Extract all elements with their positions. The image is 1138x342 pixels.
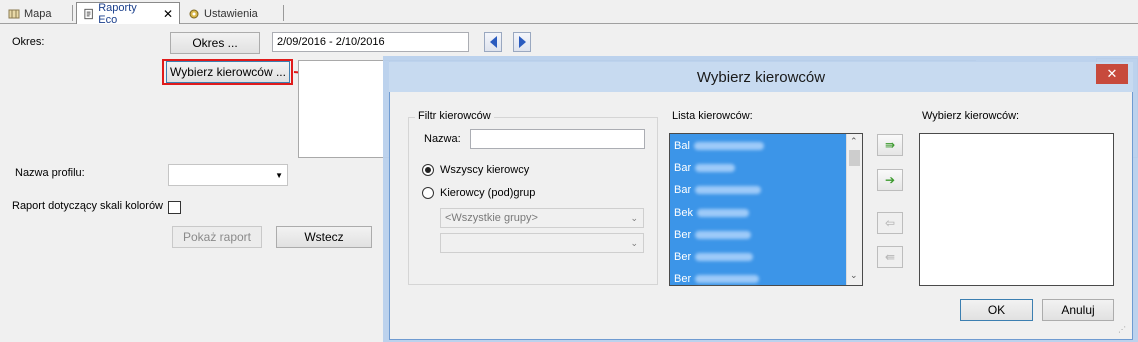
cancel-button[interactable]: Anuluj [1042, 299, 1114, 321]
redacted-text [695, 164, 736, 172]
driver-name: Ber [674, 251, 692, 263]
driver-list[interactable]: Bal Bar Bar Bek Ber Ber Ber ⌃ ⌄ [669, 133, 863, 286]
name-filter-input[interactable] [470, 129, 645, 149]
redacted-text [693, 142, 764, 150]
tab-divider [283, 5, 284, 21]
tab-raporty-eco[interactable]: Raporty Eco ✕ [76, 1, 180, 26]
scroll-down-icon[interactable]: ⌄ [850, 270, 858, 281]
all-drivers-label: Wszyscy kierowcy [440, 164, 530, 176]
driver-name: Ber [674, 273, 692, 285]
list-item[interactable]: Ber [674, 247, 754, 267]
list-item[interactable]: Ber [674, 269, 760, 289]
driver-list-label: Lista kierowców: [672, 110, 753, 122]
driver-name: Bar [674, 162, 692, 174]
show-report-button[interactable]: Pokaż raport [172, 226, 262, 248]
group-select[interactable]: <Wszystkie grupy> ⌄ [440, 208, 644, 228]
list-item[interactable]: Bar [674, 158, 736, 178]
choose-drivers-button[interactable]: Wybierz kierowców ... [166, 61, 290, 83]
arrow-right-icon: ➔ [884, 173, 896, 187]
scroll-up-icon[interactable]: ⌃ [850, 136, 858, 147]
arrow-right-icon [518, 36, 526, 48]
map-icon [8, 9, 20, 18]
chevron-down-icon: ⌄ [630, 212, 638, 223]
dialog-close-button[interactable]: ✕ [1096, 64, 1128, 84]
redacted-text [695, 275, 760, 283]
group-select-value: <Wszystkie grupy> [445, 212, 538, 224]
tab-ustawienia-label: Ustawienia [204, 7, 258, 20]
driver-name: Bar [674, 184, 692, 196]
redacted-text [695, 253, 754, 261]
next-period-button[interactable] [513, 32, 531, 52]
scroll-thumb[interactable] [849, 150, 860, 166]
date-range-field[interactable]: 2/09/2016 - 2/10/2016 [272, 32, 469, 52]
chevron-down-icon: ⌄ [630, 237, 638, 248]
color-scale-label: Raport dotyczący skali kolorów [12, 200, 164, 212]
gear-icon [189, 9, 199, 18]
filter-group-label: Filtr kierowców [415, 110, 494, 122]
all-drivers-radio[interactable] [422, 164, 434, 176]
radio-selected-dot [425, 167, 431, 173]
driver-name: Bek [674, 207, 693, 219]
profile-label: Nazwa profilu: [15, 167, 85, 179]
list-item[interactable]: Bal [674, 136, 764, 156]
tab-raporty-eco-label: Raporty Eco [98, 1, 137, 26]
previous-period-button[interactable] [484, 32, 502, 52]
driver-name: Bal [674, 140, 690, 152]
dialog-title-bar: Wybierz kierowców [389, 62, 1133, 92]
redacted-text [695, 231, 752, 239]
report-icon [84, 8, 93, 19]
dialog-title: Wybierz kierowców [696, 68, 826, 86]
okres-button[interactable]: Okres ... [170, 32, 260, 54]
tab-mapa[interactable]: Mapa [2, 3, 58, 24]
add-all-button[interactable]: ⇛ [877, 134, 903, 156]
subgroup-select[interactable]: ⌄ [440, 233, 644, 253]
profile-select[interactable]: ▼ [168, 164, 288, 186]
color-scale-checkbox[interactable] [168, 201, 181, 214]
double-arrow-right-icon: ⇛ [884, 138, 896, 152]
selected-drivers-label: Wybierz kierowców: [922, 110, 1020, 122]
remove-all-button[interactable]: ⇚ [877, 246, 903, 268]
list-item[interactable]: Bar [674, 180, 762, 200]
tab-ustawienia[interactable]: Ustawienia [182, 3, 264, 24]
back-button[interactable]: Wstecz [276, 226, 372, 248]
selected-drivers-preview [298, 60, 390, 158]
okres-label: Okres: [12, 36, 45, 48]
subgroup-drivers-label: Kierowcy (pod)grup [440, 187, 536, 199]
name-filter-label: Nazwa: [424, 133, 461, 145]
arrow-left-icon: ⇦ [884, 216, 896, 230]
remove-selected-button[interactable]: ⇦ [877, 212, 903, 234]
list-item[interactable]: Bek [674, 203, 749, 223]
close-tab-icon[interactable]: ✕ [163, 7, 173, 21]
selected-drivers-list[interactable] [919, 133, 1114, 286]
close-icon: ✕ [1106, 66, 1118, 81]
tab-mapa-label: Mapa [24, 7, 52, 20]
tab-divider [72, 5, 73, 21]
subgroup-drivers-radio[interactable] [422, 187, 434, 199]
arrow-left-icon [489, 36, 497, 48]
list-item[interactable]: Ber [674, 225, 752, 245]
driver-name: Ber [674, 229, 692, 241]
resize-grip-icon[interactable]: ⋰ [1118, 325, 1126, 334]
ok-button[interactable]: OK [960, 299, 1033, 321]
add-selected-button[interactable]: ➔ [877, 169, 903, 191]
list-scrollbar[interactable]: ⌃ ⌄ [846, 134, 862, 285]
redacted-text [695, 186, 762, 194]
double-arrow-left-icon: ⇚ [884, 250, 896, 264]
redacted-text [696, 209, 749, 217]
dropdown-arrow-icon: ▼ [275, 170, 283, 180]
